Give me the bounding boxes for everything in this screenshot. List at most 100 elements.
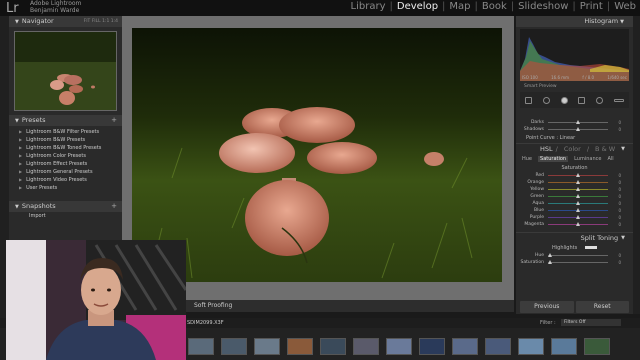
- add-preset-icon[interactable]: +: [111, 115, 117, 126]
- zoom-options[interactable]: FIT FILL 1:1 1:4: [84, 16, 118, 27]
- filmstrip-thumbnail[interactable]: [551, 338, 577, 355]
- slider-knob[interactable]: [548, 253, 552, 257]
- filmstrip-thumbnail[interactable]: [584, 338, 610, 355]
- point-curve-select[interactable]: Linear: [560, 135, 576, 141]
- slider-knob[interactable]: [576, 215, 580, 219]
- slider-track[interactable]: [548, 201, 608, 205]
- histogram-header[interactable]: Histogram ▼: [516, 16, 633, 27]
- slider-shadows[interactable]: Shadows 0: [516, 126, 633, 133]
- filmstrip-thumbnail[interactable]: [254, 338, 280, 355]
- slider-knob[interactable]: [548, 260, 552, 264]
- snapshot-item[interactable]: Import: [9, 212, 122, 220]
- slider-sat-green[interactable]: Green 0: [516, 193, 633, 200]
- snapshots-header[interactable]: ▼ Snapshots +: [9, 201, 122, 212]
- slider-sat-blue[interactable]: Blue 0: [516, 207, 633, 214]
- preset-folder[interactable]: ▶ Lightroom General Presets: [19, 168, 122, 176]
- navigator-preview[interactable]: [14, 31, 117, 111]
- slider-split-hue[interactable]: Hue 0: [516, 252, 633, 259]
- slider-knob[interactable]: [576, 222, 580, 226]
- slider-knob[interactable]: [576, 201, 580, 205]
- preset-folder[interactable]: ▶ User Presets: [19, 184, 122, 192]
- tab-bw[interactable]: B & W: [595, 145, 615, 153]
- preset-folder[interactable]: ▶ Lightroom B&W Filter Presets: [19, 128, 122, 136]
- right-panel-scrollbar[interactable]: [633, 16, 640, 314]
- module-web[interactable]: Web: [610, 1, 640, 12]
- highlights-color-swatch[interactable]: [585, 246, 598, 249]
- preset-folder[interactable]: ▶ Lightroom Video Presets: [19, 176, 122, 184]
- point-curve-row[interactable]: Point Curve : Linear: [516, 133, 633, 143]
- slider-track[interactable]: [548, 215, 608, 219]
- slider-track[interactable]: [548, 253, 608, 257]
- tab-hsl[interactable]: HSL: [540, 145, 553, 153]
- slider-sat-orange[interactable]: Orange 0: [516, 179, 633, 186]
- slider-knob[interactable]: [576, 187, 580, 191]
- graduated-filter-icon[interactable]: [578, 96, 586, 104]
- previous-button[interactable]: Previous: [520, 301, 574, 313]
- tab-color[interactable]: Color: [564, 145, 581, 153]
- slider-knob[interactable]: [576, 180, 580, 184]
- slider-knob[interactable]: [576, 208, 580, 212]
- module-slideshow[interactable]: Slideshow: [514, 1, 572, 12]
- slider-track[interactable]: [548, 222, 608, 226]
- module-print[interactable]: Print: [576, 1, 607, 12]
- filmstrip-thumbnail[interactable]: [188, 338, 214, 355]
- filter-select[interactable]: Filters Off: [561, 319, 621, 326]
- photo-mushrooms[interactable]: [132, 28, 502, 282]
- split-toning-header[interactable]: Split Toning ▼: [516, 232, 633, 243]
- slider-track[interactable]: [548, 260, 608, 264]
- slider-knob[interactable]: [576, 173, 580, 177]
- spot-removal-icon[interactable]: [542, 96, 550, 104]
- slider-track[interactable]: [548, 194, 608, 198]
- reset-button[interactable]: Reset: [575, 301, 629, 313]
- filmstrip-thumbnail[interactable]: [452, 338, 478, 355]
- module-develop[interactable]: Develop: [393, 1, 442, 12]
- hsl-header[interactable]: HSL / Color / B & W ▼: [516, 143, 633, 154]
- preset-folder[interactable]: ▶ Lightroom B&W Toned Presets: [19, 144, 122, 152]
- crop-tool-icon[interactable]: [525, 96, 533, 104]
- tab-hue[interactable]: Hue: [522, 156, 532, 162]
- smart-preview-status[interactable]: Smart Preview: [516, 83, 633, 91]
- slider-sat-purple[interactable]: Purple 0: [516, 214, 633, 221]
- red-eye-icon[interactable]: [560, 96, 568, 104]
- slider-track[interactable]: [548, 187, 608, 191]
- filmstrip-thumbnail[interactable]: [485, 338, 511, 355]
- tab-luminance[interactable]: Luminance: [574, 156, 601, 162]
- histogram[interactable]: ISO 100 16.6 mm f / 8.0 1/640 sec: [520, 29, 629, 81]
- tab-saturation[interactable]: Saturation: [538, 156, 569, 162]
- soft-proofing-toggle[interactable]: Soft Proofing: [194, 302, 232, 309]
- module-library[interactable]: Library: [347, 1, 390, 12]
- filmstrip-thumbnail[interactable]: [320, 338, 346, 355]
- slider-track[interactable]: [548, 173, 608, 177]
- preset-folder[interactable]: ▶ Lightroom Effect Presets: [19, 160, 122, 168]
- filmstrip-thumbnail[interactable]: [353, 338, 379, 355]
- slider-sat-red[interactable]: Red 0: [516, 172, 633, 179]
- module-map[interactable]: Map: [445, 1, 474, 12]
- radial-filter-icon[interactable]: [595, 96, 603, 104]
- slider-knob[interactable]: [576, 127, 580, 131]
- module-book[interactable]: Book: [478, 1, 511, 12]
- filmstrip-thumbnail[interactable]: [419, 338, 445, 355]
- slider-sat-yellow[interactable]: Yellow 0: [516, 186, 633, 193]
- add-snapshot-icon[interactable]: +: [111, 201, 117, 212]
- slider-track[interactable]: [548, 208, 608, 212]
- preset-folder[interactable]: ▶ Lightroom B&W Presets: [19, 136, 122, 144]
- slider-sat-aqua[interactable]: Aqua 0: [516, 200, 633, 207]
- preset-folder[interactable]: ▶ Lightroom Color Presets: [19, 152, 122, 160]
- tab-all[interactable]: All: [607, 156, 613, 162]
- slider-darks[interactable]: Darks 0: [516, 119, 633, 126]
- slider-track[interactable]: [548, 180, 608, 184]
- current-filename[interactable]: SDIM2099.X3F: [187, 320, 224, 326]
- filmstrip-thumbnail[interactable]: [287, 338, 313, 355]
- adjustment-brush-icon[interactable]: [613, 98, 624, 102]
- slider-sat-magenta[interactable]: Magenta 0: [516, 221, 633, 228]
- slider-track[interactable]: [548, 127, 608, 131]
- slider-knob[interactable]: [576, 194, 580, 198]
- slider-track[interactable]: [548, 120, 608, 124]
- filmstrip-thumbnail[interactable]: [386, 338, 412, 355]
- filmstrip-thumbnail[interactable]: [518, 338, 544, 355]
- slider-split-saturation[interactable]: Saturation 0: [516, 259, 633, 266]
- navigator-header[interactable]: ▼ Navigator FIT FILL 1:1 1:4: [9, 16, 122, 27]
- slider-knob[interactable]: [576, 120, 580, 124]
- filmstrip-thumbnail[interactable]: [221, 338, 247, 355]
- presets-header[interactable]: ▼ Presets +: [9, 115, 122, 126]
